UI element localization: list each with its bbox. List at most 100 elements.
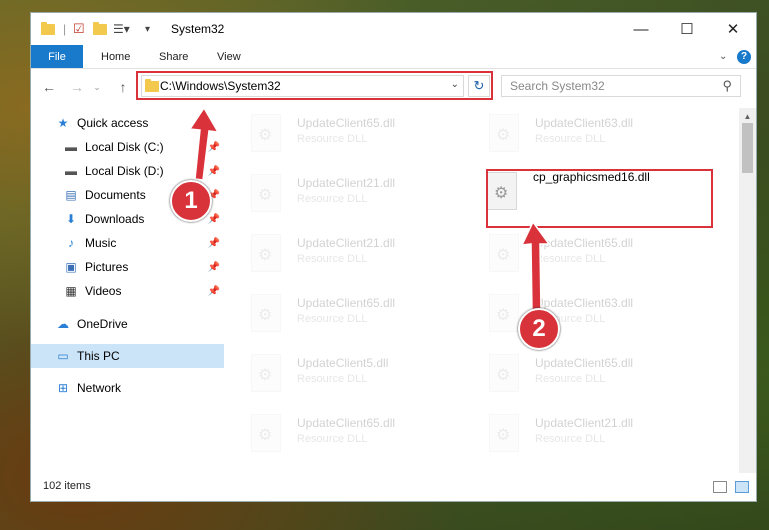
ribbon: File Home Share View ⌄ ?: [31, 45, 756, 69]
maximize-button[interactable]: ☐: [664, 13, 710, 45]
large-icons-view-icon[interactable]: [735, 481, 749, 493]
file-name: UpdateClient21.dll: [297, 176, 396, 190]
new-folder-icon[interactable]: [93, 19, 107, 39]
computer-icon: ▭: [57, 349, 69, 363]
vertical-scrollbar[interactable]: ▲ ▼: [739, 108, 756, 483]
dll-file-icon: [251, 114, 281, 152]
sidebar-item-label: Music: [85, 236, 117, 250]
address-bar[interactable]: C:\Windows\System32 ⌄: [141, 75, 464, 97]
properties-icon[interactable]: ☑: [73, 19, 85, 39]
sidebar-item-label: Videos: [85, 284, 122, 298]
file-type: Resource DLL: [297, 193, 368, 205]
search-input[interactable]: Search System32: [501, 75, 741, 97]
file-item[interactable]: UpdateClient21.dll Resource DLL: [227, 168, 455, 218]
file-item[interactable]: UpdateClient5.dll Resource DLL: [227, 348, 455, 398]
details-view-icon[interactable]: [713, 481, 727, 493]
chevron-down-icon[interactable]: ⌄: [451, 79, 459, 90]
pin-icon: 📌: [207, 165, 220, 177]
dll-file-icon: [489, 114, 519, 152]
pin-icon: 📌: [207, 261, 220, 273]
music-icon: ♪: [68, 236, 74, 250]
dll-file-icon: [489, 294, 519, 332]
sidebar-item-quick-access[interactable]: ★ Quick access: [31, 111, 224, 135]
pin-icon: 📌: [207, 213, 220, 225]
file-type: Resource DLL: [535, 253, 606, 265]
file-type: Resource DLL: [297, 133, 368, 145]
status-bar: 102 items: [31, 473, 756, 501]
quick-access-dropdown-icon[interactable]: ▾: [145, 19, 150, 39]
scrollbar-thumb[interactable]: [742, 123, 753, 173]
drive-icon: ▬: [65, 164, 77, 178]
help-icon[interactable]: ?: [737, 45, 751, 68]
address-row: ← → ⌄ ↑ C:\Windows\System32 ⌄ ↻ Search S…: [31, 73, 756, 101]
pictures-icon: ▣: [65, 260, 77, 274]
file-item[interactable]: UpdateClient63.dll Resource DLL: [465, 108, 693, 158]
sidebar-item-videos[interactable]: ▦ Videos 📌: [31, 279, 224, 303]
file-item-cp-graphicsmed16[interactable]: cp_graphicsmed16.dll: [465, 168, 693, 218]
sidebar-item-label: Downloads: [85, 212, 145, 226]
recent-locations-icon[interactable]: ⌄: [87, 77, 107, 97]
file-name: UpdateClient65.dll: [535, 356, 634, 370]
address-path: C:\Windows\System32: [160, 79, 281, 93]
tab-home[interactable]: Home: [101, 45, 130, 68]
file-name: cp_graphicsmed16.dll: [533, 170, 650, 184]
dll-file-icon: [489, 414, 519, 452]
dll-file-icon: [251, 414, 281, 452]
file-type: Resource DLL: [297, 253, 368, 265]
file-type: Resource DLL: [297, 313, 368, 325]
scroll-up-icon[interactable]: ▲: [739, 108, 756, 124]
sidebar-item-onedrive[interactable]: ☁ OneDrive: [31, 312, 224, 336]
forward-arrow-icon[interactable]: →: [67, 77, 87, 97]
sidebar-item-network[interactable]: ⊞ Network: [31, 376, 224, 400]
sidebar-item-local-disk-c[interactable]: ▬ Local Disk (C:) 📌: [31, 135, 224, 159]
file-name: UpdateClient5.dll: [297, 356, 389, 370]
sidebar-item-music[interactable]: ♪ Music 📌: [31, 231, 224, 255]
sidebar-item-label: Local Disk (D:): [85, 164, 164, 178]
file-item[interactable]: UpdateClient21.dll Resource DLL: [465, 408, 693, 458]
customize-icon[interactable]: ☰▾: [113, 19, 130, 39]
tab-file[interactable]: File: [31, 45, 83, 68]
up-arrow-icon[interactable]: ↑: [113, 77, 133, 97]
file-type: Resource DLL: [535, 133, 606, 145]
file-name: UpdateClient65.dll: [297, 416, 396, 430]
file-name: UpdateClient63.dll: [535, 116, 634, 130]
file-item[interactable]: UpdateClient65.dll Resource DLL: [227, 108, 455, 158]
file-item[interactable]: UpdateClient65.dll Resource DLL: [227, 408, 455, 458]
file-item[interactable]: UpdateClient65.dll Resource DLL: [465, 348, 693, 398]
file-name: UpdateClient65.dll: [297, 116, 396, 130]
refresh-button[interactable]: ↻: [468, 75, 490, 97]
dll-file-icon: [489, 234, 519, 272]
download-icon: ⬇: [65, 212, 77, 226]
dll-file-icon: [251, 174, 281, 212]
tab-share[interactable]: Share: [159, 45, 188, 68]
file-name: UpdateClient21.dll: [297, 236, 396, 250]
file-item[interactable]: UpdateClient21.dll Resource DLL: [227, 228, 455, 278]
tab-view[interactable]: View: [217, 45, 241, 68]
file-item[interactable]: UpdateClient63.dll Resource DLL: [465, 288, 693, 338]
dll-file-icon: [251, 354, 281, 392]
drive-icon: ▬: [65, 140, 77, 154]
pin-icon: 📌: [207, 285, 220, 297]
minimize-button[interactable]: —: [618, 13, 664, 45]
sidebar-item-label: Pictures: [85, 260, 129, 274]
file-item[interactable]: UpdateClient65.dll Resource DLL: [227, 288, 455, 338]
sidebar-item-label: OneDrive: [77, 317, 128, 331]
back-arrow-icon[interactable]: ←: [39, 77, 59, 97]
navigation-pane: ★ Quick access ▬ Local Disk (C:) 📌 ▬ Loc…: [31, 108, 224, 463]
dll-file-icon: [489, 354, 519, 392]
documents-icon: ▤: [65, 188, 77, 202]
window-title: System32: [171, 22, 225, 36]
sidebar-item-label: Local Disk (C:): [85, 140, 164, 154]
sidebar-item-pictures[interactable]: ▣ Pictures 📌: [31, 255, 224, 279]
sidebar-item-local-disk-d[interactable]: ▬ Local Disk (D:) 📌: [31, 159, 224, 183]
item-count: 102 items: [43, 480, 91, 492]
sidebar-item-this-pc[interactable]: ▭ This PC: [31, 344, 224, 368]
file-name: UpdateClient65.dll: [297, 296, 396, 310]
sidebar-item-label: Documents: [85, 188, 146, 202]
dll-file-icon: [487, 172, 517, 210]
file-item[interactable]: UpdateClient65.dll Resource DLL: [465, 228, 693, 278]
file-type: Resource DLL: [297, 373, 368, 385]
close-button[interactable]: ✕: [710, 13, 756, 45]
expand-ribbon-icon[interactable]: ⌄: [719, 45, 727, 68]
sidebar-item-label: Quick access: [77, 116, 149, 130]
